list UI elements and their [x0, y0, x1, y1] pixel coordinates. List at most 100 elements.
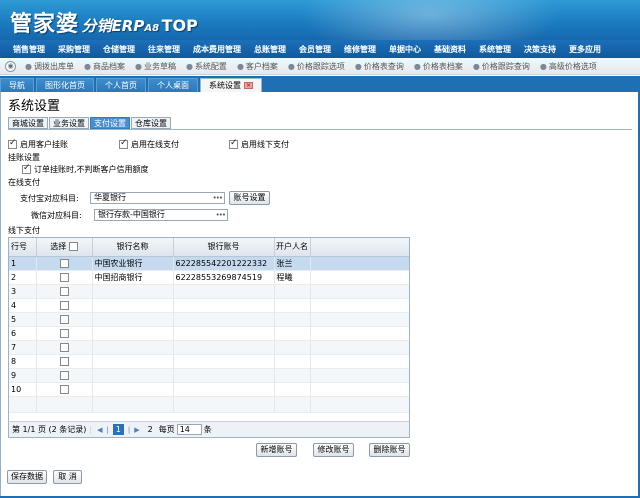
more-icon[interactable]: •••: [213, 193, 224, 203]
row-select-checkbox[interactable]: [59, 300, 69, 310]
save-button[interactable]: 保存数据: [7, 470, 47, 484]
table-row[interactable]: 9: [9, 368, 409, 383]
menu-item-purchase[interactable]: 采购管理: [58, 44, 90, 55]
alipay-account-field[interactable]: 华夏银行 •••: [90, 192, 225, 204]
menu-item-documents[interactable]: 单据中心: [389, 44, 421, 55]
table-row[interactable]: 6: [9, 326, 409, 341]
tab-personal-home[interactable]: 个人首页: [96, 78, 146, 92]
table-row[interactable]: 8: [9, 354, 409, 369]
row-select-checkbox[interactable]: [59, 328, 69, 338]
row-select-checkbox[interactable]: [59, 342, 69, 352]
empty-cell: [310, 284, 409, 299]
more-icon[interactable]: •••: [216, 210, 227, 220]
quick-item[interactable]: ● 业务草稿: [135, 61, 176, 72]
row-select-cell[interactable]: [36, 326, 93, 341]
delete-account-button[interactable]: 删除账号: [369, 443, 410, 457]
quick-item[interactable]: ● 调拨出库单: [25, 61, 74, 72]
wechat-account-field[interactable]: 银行存款-中国银行 •••: [94, 209, 228, 221]
subtab-payment[interactable]: 支付设置: [90, 117, 130, 129]
credit-option-checkbox[interactable]: [22, 163, 31, 174]
cancel-button[interactable]: 取 消: [53, 470, 82, 484]
row-select-cell[interactable]: [36, 354, 93, 369]
row-select-cell[interactable]: [36, 368, 93, 383]
quick-item[interactable]: ● 价格跟踪查询: [473, 61, 530, 72]
enable-offline-option[interactable]: 启用线下支付: [229, 138, 289, 150]
current-page-button[interactable]: 1: [112, 424, 124, 435]
row-select-cell[interactable]: [36, 312, 93, 327]
table-row[interactable]: 3: [9, 284, 409, 299]
menu-item-members[interactable]: 会员管理: [299, 44, 331, 55]
quick-item[interactable]: ● 系统配置: [186, 61, 227, 72]
row-select-cell[interactable]: [36, 256, 93, 271]
edit-account-button[interactable]: 修改账号: [313, 443, 354, 457]
subtab-warehouse[interactable]: 仓库设置: [131, 117, 171, 129]
tab-graphic-home[interactable]: 图形化首页: [36, 78, 94, 92]
quick-item[interactable]: ● 商品档案: [84, 61, 125, 72]
quick-item[interactable]: ● 高级价格选项: [540, 61, 597, 72]
menu-item-storage[interactable]: 仓储管理: [103, 44, 135, 55]
row-select-checkbox[interactable]: [59, 286, 69, 296]
subtab-business[interactable]: 业务设置: [49, 117, 89, 129]
account-setting-button[interactable]: 账号设置: [229, 191, 270, 205]
table-row[interactable]: 2 中国招商银行 622285532698745​19 程曦: [9, 270, 409, 285]
row-select-cell[interactable]: [36, 284, 93, 299]
menu-item-sales[interactable]: 销售管理: [13, 44, 45, 55]
account-holder-cell: [274, 368, 311, 383]
enable-online-label: 启用在线支付: [131, 140, 179, 149]
subtab-mall[interactable]: 商城设置: [8, 117, 48, 129]
quick-item[interactable]: ● 价格跟踪选项: [288, 61, 345, 72]
row-select-cell[interactable]: [36, 340, 93, 355]
menu-item-cost[interactable]: 成本费用管理: [193, 44, 241, 55]
select-all-checkbox[interactable]: [68, 242, 78, 252]
account-holder-cell: [274, 340, 311, 355]
table-row[interactable]: 7: [9, 340, 409, 355]
row-select-checkbox[interactable]: [59, 356, 69, 366]
tab-personal-desktop[interactable]: 个人桌面: [148, 78, 198, 92]
next-page-icon[interactable]: |: [128, 426, 130, 434]
page-two-link[interactable]: 2: [148, 425, 153, 434]
tab-navigation[interactable]: 导航: [0, 78, 34, 92]
menu-item-system[interactable]: 系统管理: [479, 44, 511, 55]
enable-online-option[interactable]: 启用在线支付: [119, 138, 179, 150]
enable-credit-option[interactable]: 启用客户挂账: [8, 138, 68, 150]
row-select-checkbox[interactable]: [59, 370, 69, 380]
quick-item[interactable]: ● 客户档案: [237, 61, 278, 72]
tab-system-settings[interactable]: 系统设置 ×: [200, 78, 262, 92]
credit-option-label: 订单挂账时,不判断客户信用额度: [34, 165, 149, 174]
menu-item-accounts[interactable]: 往来管理: [148, 44, 180, 55]
enable-online-checkbox[interactable]: [119, 138, 128, 149]
per-page-input[interactable]: 14: [176, 424, 202, 435]
home-icon[interactable]: ◉: [5, 60, 16, 72]
menu-item-repair[interactable]: 维修管理: [344, 44, 376, 55]
table-row[interactable]: 4: [9, 298, 409, 313]
wechat-account-value: 银行存款-中国银行: [98, 210, 165, 219]
column-header-select[interactable]: 选择: [36, 238, 93, 257]
empty-cell: [310, 270, 409, 285]
quick-item[interactable]: ● 价格表查询: [355, 61, 404, 72]
menu-item-basic-data[interactable]: 基础资料: [434, 44, 466, 55]
table-row[interactable]: 1 中国农业银行 6222855422012223​32 张兰: [9, 256, 409, 271]
table-row[interactable]: 5: [9, 312, 409, 327]
row-select-cell[interactable]: [36, 270, 93, 285]
add-account-button[interactable]: 新增账号: [256, 443, 297, 457]
menu-item-more[interactable]: 更多应用: [569, 44, 601, 55]
row-select-cell[interactable]: [36, 298, 93, 313]
menu-item-ledger[interactable]: 总账管理: [254, 44, 286, 55]
table-row[interactable]: 10: [9, 382, 409, 397]
row-select-checkbox[interactable]: [59, 314, 69, 324]
prev-page-icon[interactable]: |: [106, 426, 108, 434]
enable-offline-checkbox[interactable]: [229, 138, 238, 149]
menu-item-decision[interactable]: 决策支持: [524, 44, 556, 55]
row-select-checkbox[interactable]: [59, 258, 69, 268]
enable-credit-checkbox[interactable]: [8, 138, 17, 149]
row-select-cell[interactable]: [36, 382, 93, 397]
close-icon[interactable]: ×: [244, 82, 253, 89]
empty-cell: [310, 368, 409, 383]
first-page-icon[interactable]: ◀: [97, 426, 102, 434]
last-page-icon[interactable]: ▶: [134, 426, 139, 434]
row-select-checkbox[interactable]: [59, 384, 69, 394]
row-select-checkbox[interactable]: [59, 272, 69, 282]
bank-account-cell: 6222855422012223​32: [173, 256, 275, 271]
quick-item[interactable]: ● 价格表档案: [414, 61, 463, 72]
credit-option[interactable]: 订单挂账时,不判断客户信用额度: [22, 163, 149, 175]
